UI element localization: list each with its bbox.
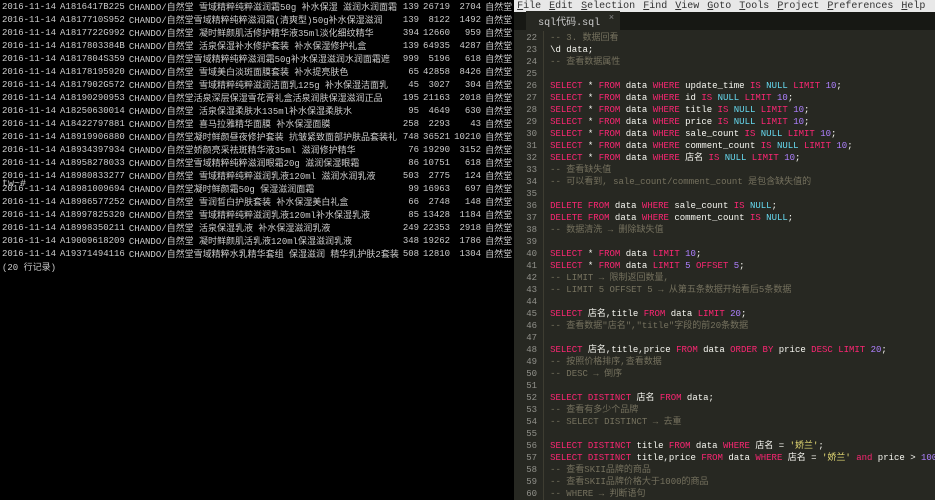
table-row: 2016-11-14A18986577252CHANDO/自然堂 雪润晳白护肤套… [0,195,514,208]
table-row: 2016-11-14A18981009694CHANDO/自然堂凝时鲜颜霜50g… [0,182,514,195]
code-line: -- 查看有多少个品牌 [550,404,935,416]
menu-view[interactable]: View [675,1,699,11]
code-line: SELECT * FROM data WHERE price IS NULL L… [550,116,935,128]
code-line: SELECT * FROM data WHERE update_time IS … [550,80,935,92]
menu-file[interactable]: File [517,1,541,11]
code-line: -- 按照价格排序,查看数据 [550,356,935,368]
menu-goto[interactable]: Goto [707,1,731,11]
code-line: -- 数据清洗 → 删除缺失值 [550,224,935,236]
code-line: SELECT * FROM data WHERE sale_count IS N… [550,128,935,140]
table-row: 2016-11-14A18178195920CHANDO/自然堂 雪域美白淡斑面… [0,65,514,78]
code-line: -- 查看数据"店名","title"字段的前20条数据 [550,320,935,332]
code-line: -- 查看SKII品牌价格大于1000的商品 [550,476,935,488]
code-area[interactable]: -- 3. 数据回看\d data;-- 查看数据属性 SELECT * FRO… [544,30,935,500]
code-line: -- 查看数据属性 [550,56,935,68]
table-row: 2016-11-14A1817902G572CHANDO/自然堂 雪域精粹纯粹滋… [0,78,514,91]
code-line: DELETE FROM data WHERE comment_count IS … [550,212,935,224]
menu-tools[interactable]: Tools [739,1,769,11]
code-line: SELECT DISTINCT 店名 FROM data; [550,392,935,404]
code-line [550,68,935,80]
code-line: -- 可以看到, sale_count/comment_count 是包含缺失值… [550,176,935,188]
code-line [550,380,935,392]
code-line: -- WHERE → 判断语句 [550,488,935,500]
code-line: -- DESC → 倒序 [550,368,935,380]
menu-preferences[interactable]: Preferences [827,1,893,11]
table-row: 2016-11-14A18422797881CHANDO/自然堂 喜马拉雅精华面… [0,117,514,130]
code-line: SELECT * FROM data WHERE 店名 IS NULL LIMI… [550,152,935,164]
code-line: DELETE FROM data WHERE sale_count IS NUL… [550,200,935,212]
code-line [550,296,935,308]
code-line: SELECT * FROM data LIMIT 5 OFFSET 5; [550,260,935,272]
table-row: 2016-11-14A18998350211CHANDO/自然堂 活泉保湿乳液 … [0,221,514,234]
menu-find[interactable]: Find [643,1,667,11]
terminal-footer: (20 行记录) [0,260,514,273]
table-row: 2016-11-14A18250630014CHANDO/自然堂 活泉保湿柔肤水… [0,104,514,117]
code-line: -- LIMIT 5 OFFSET 5 → 从第五条数据开始看后5条数据 [550,284,935,296]
terminal-output-table: 2016-11-14A1816417B225CHANDO/自然堂 雪域精粹纯粹滋… [0,0,514,260]
file-tab[interactable]: sql代码.sql × [526,11,620,31]
line-gutter: 2223242526272829303132333435363738394041… [514,30,544,500]
menu-selection[interactable]: Selection [581,1,635,11]
table-row: 2016-11-14A1816417B225CHANDO/自然堂 雪域精粹纯粹滋… [0,0,514,13]
tab-bar: sql代码.sql × [514,12,935,30]
close-icon[interactable]: × [609,13,614,23]
table-row: 2016-11-14A18997825320CHANDO/自然堂 雪域精粹纯粹滋… [0,208,514,221]
code-line: SELECT * FROM data LIMIT 10; [550,248,935,260]
code-line: \d data; [550,44,935,56]
table-row: 2016-11-14A18958278033CHANDO/自然堂雪域精粹纯粹滋润… [0,156,514,169]
table-row: 2016-11-14A1817722G992CHANDO/自然堂 凝时鲜颜肌活修… [0,26,514,39]
table-row: 2016-11-14A18980833277CHANDO/自然堂 雪域精粹纯粹滋… [0,169,514,182]
table-row: 2016-11-14A1817710S952CHANDO/自然堂雪域精粹纯粹滋润… [0,13,514,26]
editor-pane: File Edit Selection Find View Goto Tools Projec… [514,0,935,500]
table-row: 2016-11-14A18919906880CHANDO/自然堂凝时鲜颜昼夜修护… [0,130,514,143]
menu-project[interactable]: Project [777,1,819,11]
table-row: 2016-11-14A18934397934CHANDO/自然堂娇颜亮采祛斑精华… [0,143,514,156]
code-line: -- LIMIT → 限制返回数量, [550,272,935,284]
code-line: SELECT DISTINCT title FROM data WHERE 店名… [550,440,935,452]
terminal-prompt[interactable]: tw~# [2,179,26,190]
code-line [550,332,935,344]
code-line: SELECT 店名,title FROM data LIMIT 20; [550,308,935,320]
code-line: SELECT * FROM data WHERE comment_count I… [550,140,935,152]
code-line: -- 3. 数据回看 [550,32,935,44]
table-row: 2016-11-14A18190290953CHANDO/自然堂活泉深层保湿雪花… [0,91,514,104]
code-line: SELECT * FROM data WHERE id IS NULL LIMI… [550,92,935,104]
tab-label: sql代码.sql [538,18,600,29]
menu-edit[interactable]: Edit [549,1,573,11]
terminal-pane[interactable]: 2016-11-14A1816417B225CHANDO/自然堂 雪域精粹纯粹滋… [0,0,514,500]
code-line: -- 查看缺失值 [550,164,935,176]
code-line: -- SELECT DISTINCT → 去重 [550,416,935,428]
code-line [550,188,935,200]
table-row: 2016-11-14A19371494116CHANDO/自然堂雪域精粹水乳精华… [0,247,514,260]
code-line: -- 查看SKII品牌的商品 [550,464,935,476]
code-line [550,428,935,440]
table-row: 2016-11-14A1817804S359CHANDO/自然堂雪域精粹纯粹滋润… [0,52,514,65]
code-line [550,236,935,248]
menu-help[interactable]: Help [901,1,925,11]
code-line: SELECT 店名,title,price FROM data ORDER BY… [550,344,935,356]
table-row: 2016-11-14A1817803384BCHANDO/自然堂 活泉保湿补水修… [0,39,514,52]
code-line: SELECT DISTINCT title,price FROM data WH… [550,452,935,464]
table-row: 2016-11-14A19009618209CHANDO/自然堂 凝时鲜颜肌活乳… [0,234,514,247]
code-line: SELECT * FROM data WHERE title IS NULL L… [550,104,935,116]
